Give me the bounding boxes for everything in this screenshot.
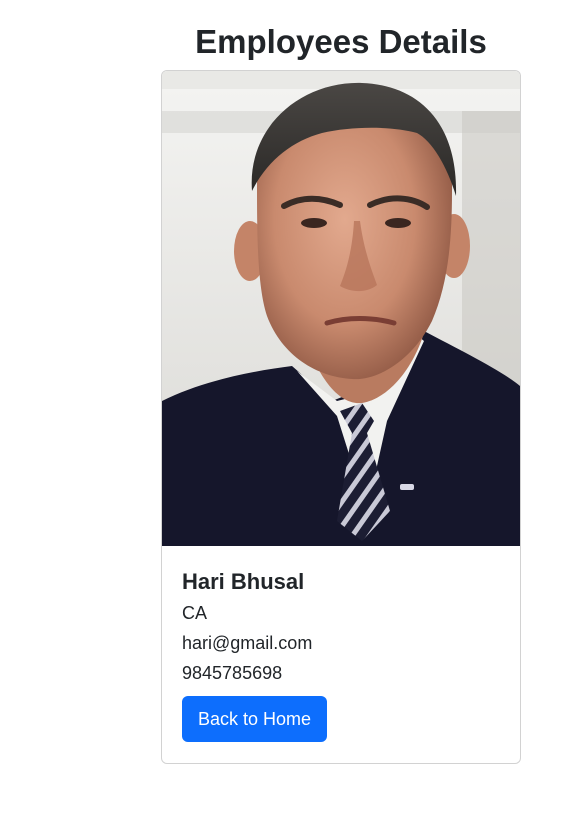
page-title: Employees Details	[195, 23, 487, 60]
employee-phone: 9845785698	[182, 663, 283, 683]
back-to-home-button[interactable]: Back to Home	[182, 696, 328, 742]
employee-card: Hari Bhusal CA hari@gmail.com 9845785698…	[161, 70, 521, 764]
card-body: Hari Bhusal CA hari@gmail.com 9845785698…	[162, 546, 520, 742]
employee-name: Hari Bhusal	[182, 569, 305, 594]
employee-photo	[162, 71, 520, 546]
employee-role: CA	[182, 603, 208, 623]
employee-email: hari@gmail.com	[182, 633, 313, 653]
